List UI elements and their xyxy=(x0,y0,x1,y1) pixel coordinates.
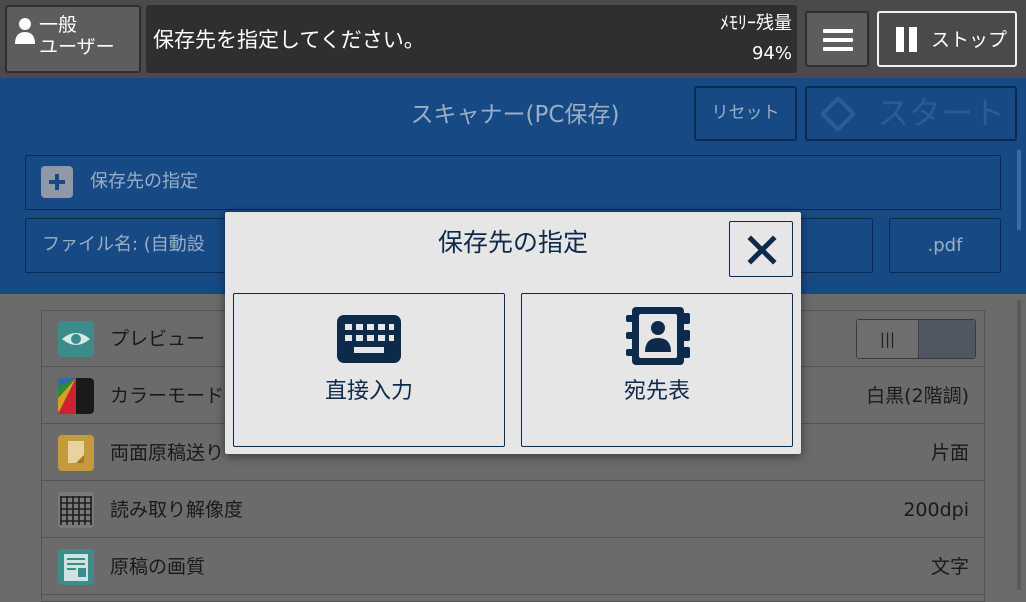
toggle-off-segment: ||| xyxy=(857,320,919,358)
address-book-icon xyxy=(626,307,690,365)
option-label: 直接入力 xyxy=(324,379,413,404)
keyboard-icon xyxy=(337,315,401,363)
filename-label: ファイル名: (自動設 xyxy=(42,234,205,255)
eye-icon xyxy=(58,321,94,357)
user-type-label: 一般 xyxy=(39,14,78,36)
resolution-grid-icon xyxy=(58,492,94,528)
message-bar: 保存先を指定してください。 ﾒﾓﾘｰ残量 94% xyxy=(146,5,797,73)
list-item-value: 文字 xyxy=(930,556,969,578)
destination-label: 保存先の指定 xyxy=(90,171,198,192)
list-item-value: 片面 xyxy=(930,442,969,464)
stop-label: ストップ xyxy=(931,29,1008,51)
hamburger-icon-line xyxy=(823,38,853,42)
list-item-value: 白黒(2階調) xyxy=(866,385,969,407)
pause-icon xyxy=(909,27,917,52)
start-icon xyxy=(819,95,857,133)
dialog-title: 保存先の指定 xyxy=(437,228,588,257)
stop-button[interactable]: ストップ xyxy=(877,11,1017,67)
color-mode-icon xyxy=(58,378,94,414)
direct-input-button[interactable]: 直接入力 xyxy=(233,293,505,447)
settings-scrollbar[interactable] xyxy=(1017,300,1021,590)
close-button[interactable] xyxy=(729,221,793,277)
user-icon xyxy=(15,18,35,44)
file-extension-button[interactable]: .pdf xyxy=(889,218,1001,273)
list-item-label: プレビュー xyxy=(110,328,206,350)
list-item-label: 読み取り解像度 xyxy=(110,499,244,521)
preview-toggle[interactable]: ||| xyxy=(856,319,976,359)
pause-icon xyxy=(896,27,904,52)
address-book-button[interactable]: 宛先表 xyxy=(521,293,793,447)
status-message: 保存先を指定してください。 xyxy=(153,28,425,52)
plus-icon xyxy=(41,166,73,198)
list-item-label: 両面原稿送り xyxy=(110,442,225,464)
list-item-image-quality[interactable]: 原稿の画質 文字 xyxy=(42,539,984,595)
hamburger-icon-line xyxy=(823,47,853,51)
close-icon xyxy=(747,235,777,265)
hamburger-icon-line xyxy=(823,29,853,33)
list-item-value: 200dpi xyxy=(903,499,969,521)
duplex-icon xyxy=(58,435,94,471)
start-label: スタート xyxy=(877,94,1006,132)
memory-value: 94% xyxy=(751,43,792,64)
list-item-label: 原稿の画質 xyxy=(110,556,206,578)
memory-label: ﾒﾓﾘｰ残量 xyxy=(720,13,792,34)
page-title: スキャナー(PC保存) xyxy=(410,102,620,128)
header-scrollbar[interactable] xyxy=(1017,150,1021,230)
user-name-label: ユーザー xyxy=(39,36,115,58)
start-button[interactable]: スタート xyxy=(805,86,1017,141)
menu-button[interactable] xyxy=(805,11,869,67)
user-button[interactable]: 一般 ユーザー xyxy=(5,5,141,73)
option-label: 宛先表 xyxy=(623,379,690,404)
list-item-label: カラーモード xyxy=(110,385,225,407)
image-quality-icon xyxy=(58,549,94,585)
toggle-on-segment xyxy=(920,320,975,358)
list-item-resolution[interactable]: 読み取り解像度 200dpi xyxy=(42,482,984,538)
reset-button[interactable]: リセット xyxy=(694,86,797,141)
